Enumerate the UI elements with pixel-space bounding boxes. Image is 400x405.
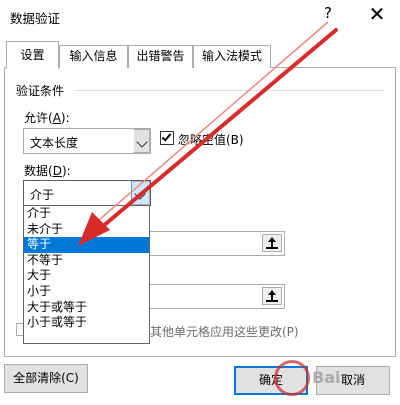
range-selector-button[interactable] [262, 234, 282, 252]
list-item[interactable]: 介于 [24, 206, 149, 222]
allow-label: 允许(A): [24, 111, 70, 125]
allow-select-value: 文本长度 [30, 136, 79, 150]
tab-ime-mode[interactable]: 输入法模式 [193, 45, 271, 68]
chevron-down-icon [136, 136, 148, 148]
data-dropdown-button[interactable] [131, 181, 150, 205]
ignore-blank-checkbox[interactable] [160, 131, 174, 145]
list-item[interactable]: 不等于 [24, 253, 149, 269]
clear-all-button[interactable]: 全部清除(C) [4, 364, 88, 393]
data-options-list[interactable]: 介于 未介于 等于 不等于 大于 小于 大于或等于 小于或等于 [23, 205, 150, 344]
tab-settings[interactable]: 设置 [6, 41, 59, 69]
tab-input-message[interactable]: 输入信息 [59, 45, 128, 68]
list-item[interactable]: 未介于 [24, 222, 149, 238]
list-item[interactable]: 小于 [24, 284, 149, 300]
list-item[interactable]: 大于或等于 [24, 300, 149, 316]
window-title: 数据验证 [10, 11, 61, 26]
data-select-value: 介于 [30, 188, 55, 202]
list-item[interactable]: 大于 [24, 268, 149, 284]
allow-dropdown-button[interactable] [133, 129, 150, 153]
help-button[interactable]: ? [324, 4, 332, 22]
ignore-blank-label: 忽略空值(B) [178, 133, 244, 147]
data-select[interactable]: 介于 [23, 180, 151, 206]
section-title: 验证条件 [16, 84, 65, 98]
section-divider [74, 90, 384, 91]
apply-all-label: 其他单元格应用这些更改(P) [150, 325, 299, 339]
tab-error-alert[interactable]: 出错警告 [128, 45, 193, 68]
close-button[interactable]: ✕ [366, 0, 388, 28]
data-label: 数据(D): [24, 164, 71, 178]
chevron-down-icon [134, 188, 146, 200]
checkmark-icon [161, 131, 172, 142]
allow-select[interactable]: 文本长度 [23, 128, 151, 154]
list-item-selected[interactable]: 等于 [24, 237, 149, 253]
baidu-watermark-logo: Bai [268, 352, 396, 404]
list-item[interactable]: 小于或等于 [24, 315, 149, 331]
range-selector-button[interactable] [262, 287, 282, 305]
